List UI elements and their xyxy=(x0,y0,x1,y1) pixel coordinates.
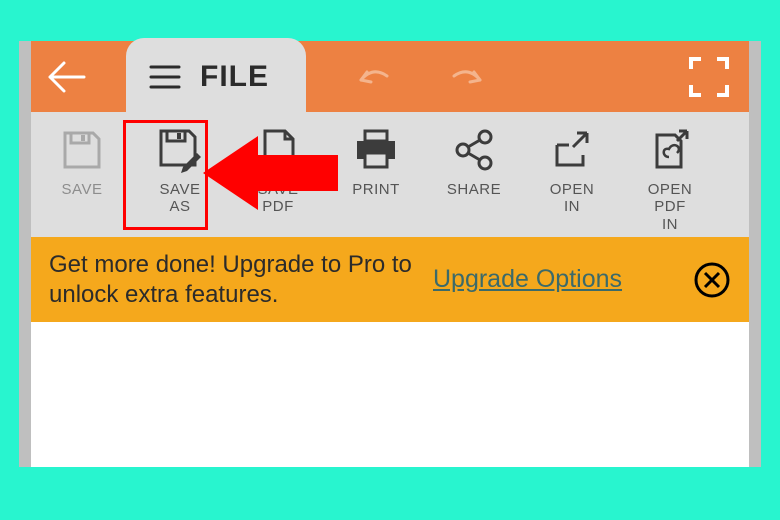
upgrade-banner: Get more done! Upgrade to Pro to unlock … xyxy=(31,237,749,322)
open-in-icon xyxy=(549,122,595,177)
tool-label: SAVE xyxy=(62,181,103,198)
document-area[interactable] xyxy=(31,322,749,467)
fullscreen-icon xyxy=(687,55,731,99)
undo-button[interactable] xyxy=(351,62,393,92)
tool-label: SHARE xyxy=(447,181,501,198)
back-button[interactable] xyxy=(31,60,101,94)
upgrade-options-link[interactable]: Upgrade Options xyxy=(433,265,679,294)
banner-text: Get more done! Upgrade to Pro to unlock … xyxy=(49,250,419,310)
save-pdf-button[interactable]: SAVEPDF xyxy=(239,122,317,216)
tool-label: SAVEPDF xyxy=(258,181,299,216)
share-button[interactable]: SHARE xyxy=(435,122,513,198)
tool-label: PRINT xyxy=(352,181,400,198)
undo-redo-group xyxy=(331,41,490,112)
file-toolbar: SAVE SAVEAS SAVEPDF xyxy=(31,112,749,237)
menu-icon xyxy=(148,64,182,90)
save-pdf-icon xyxy=(255,122,301,177)
undo-icon xyxy=(351,62,393,92)
banner-close-button[interactable] xyxy=(693,261,731,299)
share-icon xyxy=(451,122,497,177)
open-pdf-in-icon xyxy=(647,122,693,177)
save-icon xyxy=(59,122,105,177)
save-as-icon xyxy=(155,122,205,177)
file-tab[interactable]: FILE xyxy=(126,38,306,116)
close-icon xyxy=(693,261,731,299)
fullscreen-button[interactable] xyxy=(687,55,731,99)
back-arrow-icon xyxy=(46,60,86,94)
tool-label: OPENIN xyxy=(550,181,595,216)
top-bar: FILE xyxy=(31,41,749,112)
open-in-button[interactable]: OPENIN xyxy=(533,122,611,216)
tool-label: SAVEAS xyxy=(160,181,201,216)
redo-button[interactable] xyxy=(448,62,490,92)
save-button[interactable]: SAVE xyxy=(43,122,121,198)
open-pdf-in-button[interactable]: OPENPDFIN xyxy=(631,122,709,233)
print-button[interactable]: PRINT xyxy=(337,122,415,198)
save-as-button[interactable]: SAVEAS xyxy=(141,122,219,216)
app-window: FILE xyxy=(19,41,761,467)
tool-label: OPENPDFIN xyxy=(648,181,693,233)
print-icon xyxy=(351,122,401,177)
tab-label: FILE xyxy=(200,60,269,94)
redo-icon xyxy=(448,62,490,92)
